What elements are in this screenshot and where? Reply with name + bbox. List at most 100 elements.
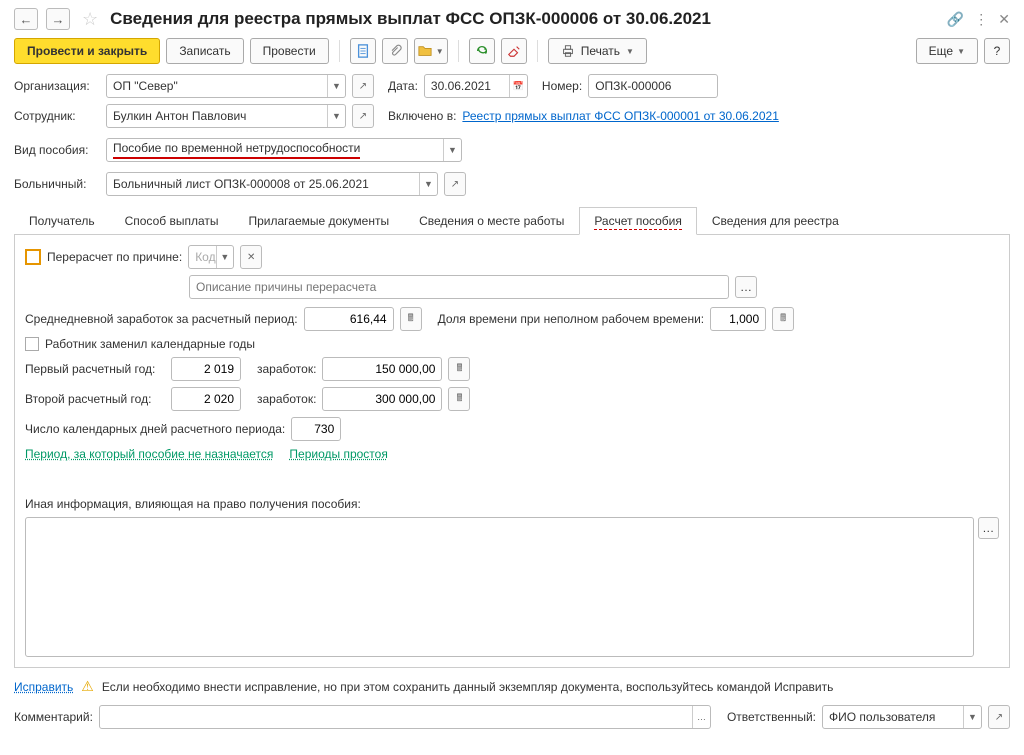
printer-icon: [561, 44, 575, 58]
year1-label: Первый расчетный год:: [25, 362, 165, 376]
help-button[interactable]: ?: [984, 38, 1010, 64]
downtime-periods-link[interactable]: Периоды простоя: [289, 447, 387, 461]
tab-registry-info[interactable]: Сведения для реестра: [697, 207, 854, 235]
year2-label: Второй расчетный год:: [25, 392, 165, 406]
employee-field[interactable]: Булкин Антон Павлович ▼: [106, 104, 346, 128]
earn2-label: заработок:: [257, 392, 316, 406]
avg-earnings-label: Среднедневной заработок за расчетный пер…: [25, 312, 298, 326]
date-label: Дата:: [388, 79, 418, 93]
avg-calc-button[interactable]: 🖩: [400, 307, 422, 331]
year2-input[interactable]: [171, 387, 241, 411]
tab-workplace-info[interactable]: Сведения о месте работы: [404, 207, 579, 235]
date-value: 30.06.2021: [431, 79, 509, 93]
employee-value: Булкин Антон Павлович: [113, 109, 327, 123]
document-icon: [356, 44, 370, 58]
sick-leave-value: Больничный лист ОПЗК-000008 от 25.06.202…: [113, 177, 419, 191]
recalc-reason-input[interactable]: [189, 275, 729, 299]
eraser-icon: [507, 44, 521, 58]
dropdown-icon[interactable]: ▼: [216, 246, 234, 268]
forward-button[interactable]: →: [46, 8, 70, 30]
calendar-days-label: Число календарных дней расчетного период…: [25, 422, 285, 436]
comment-field[interactable]: …: [99, 705, 711, 729]
included-in-link[interactable]: Реестр прямых выплат ФСС ОПЗК-000001 от …: [462, 109, 778, 123]
tab-content: Перерасчет по причине: Код ▼ ✕ … Среднед…: [14, 235, 1010, 668]
date-field[interactable]: 30.06.2021 📅: [424, 74, 528, 98]
organization-field[interactable]: ОП "Север" ▼: [106, 74, 346, 98]
close-icon[interactable]: ✕: [998, 11, 1010, 28]
tabs: Получатель Способ выплаты Прилагаемые до…: [14, 206, 1010, 235]
included-in-label: Включено в:: [388, 109, 456, 123]
separator: [458, 40, 459, 62]
time-share-input[interactable]: [710, 307, 766, 331]
organization-label: Организация:: [14, 79, 100, 93]
dropdown-icon[interactable]: ▼: [963, 706, 981, 728]
share-calc-button[interactable]: 🖩: [772, 307, 794, 331]
replaced-years-checkbox[interactable]: [25, 337, 39, 351]
warning-icon: ⚠: [81, 678, 94, 695]
separator: [537, 40, 538, 62]
recalc-code-field[interactable]: Код ▼: [188, 245, 234, 269]
refresh-button[interactable]: [469, 38, 495, 64]
tab-recipient[interactable]: Получатель: [14, 207, 110, 235]
number-field[interactable]: ОПЗК-000006: [588, 74, 718, 98]
folder-dropdown-button[interactable]: ▼: [414, 38, 448, 64]
more-label: Еще: [929, 44, 953, 58]
tab-documents[interactable]: Прилагаемые документы: [233, 207, 404, 235]
tab-payment-method[interactable]: Способ выплаты: [110, 207, 234, 235]
clear-button[interactable]: [501, 38, 527, 64]
sick-leave-open-button[interactable]: ↗: [444, 172, 466, 196]
paperclip-icon: [388, 44, 402, 58]
earn1-calc-button[interactable]: 🖩: [448, 357, 470, 381]
benefit-type-label: Вид пособия:: [14, 143, 100, 157]
print-button[interactable]: Печать ▼: [548, 38, 647, 64]
recalc-checkbox[interactable]: [25, 249, 41, 265]
responsible-open-button[interactable]: ↗: [988, 705, 1010, 729]
other-info-label: Иная информация, влияющая на право получ…: [25, 497, 361, 511]
save-button[interactable]: Записать: [166, 38, 243, 64]
fix-link[interactable]: Исправить: [14, 680, 73, 694]
recalc-reason-expand[interactable]: …: [735, 276, 757, 298]
calendar-days-input[interactable]: [291, 417, 341, 441]
other-info-textarea[interactable]: [25, 517, 974, 657]
dropdown-icon[interactable]: ▼: [443, 139, 461, 161]
benefit-type-field[interactable]: Пособие по временной нетрудоспособности …: [106, 138, 462, 162]
benefit-type-value: Пособие по временной нетрудоспособности: [113, 141, 360, 159]
earn2-calc-button[interactable]: 🖩: [448, 387, 470, 411]
print-label: Печать: [581, 44, 620, 58]
attach-button[interactable]: [382, 38, 408, 64]
year1-input[interactable]: [171, 357, 241, 381]
employee-open-button[interactable]: ↗: [352, 104, 374, 128]
sick-leave-field[interactable]: Больничный лист ОПЗК-000008 от 25.06.202…: [106, 172, 438, 196]
comment-expand-icon[interactable]: …: [692, 706, 710, 728]
fix-note-text: Если необходимо внести исправление, но п…: [102, 680, 834, 694]
organization-value: ОП "Север": [113, 79, 327, 93]
comment-label: Комментарий:: [14, 710, 93, 724]
back-button[interactable]: ←: [14, 8, 38, 30]
other-info-expand[interactable]: …: [978, 517, 999, 539]
organization-open-button[interactable]: ↗: [352, 74, 374, 98]
dropdown-icon[interactable]: ▼: [327, 75, 345, 97]
link-icon[interactable]: 🔗: [947, 11, 964, 28]
post-button[interactable]: Провести: [250, 38, 329, 64]
window-title: Сведения для реестра прямых выплат ФСС О…: [110, 9, 939, 29]
dropdown-icon[interactable]: ▼: [327, 105, 345, 127]
kebab-menu-icon[interactable]: ⋮: [974, 11, 988, 28]
responsible-field[interactable]: ФИО пользователя ▼: [822, 705, 982, 729]
recalc-label: Перерасчет по причине:: [47, 250, 182, 264]
document-icon-button[interactable]: [350, 38, 376, 64]
excluded-period-link[interactable]: Период, за который пособие не назначаетс…: [25, 447, 273, 461]
tab-benefit-calc[interactable]: Расчет пособия: [579, 207, 697, 235]
avg-earnings-input[interactable]: [304, 307, 394, 331]
recalc-clear-button[interactable]: ✕: [240, 245, 262, 269]
favorite-star-icon[interactable]: ☆: [82, 9, 98, 30]
folder-icon: [418, 44, 432, 58]
replaced-years-label: Работник заменил календарные годы: [45, 337, 255, 351]
more-button[interactable]: Еще ▼: [916, 38, 978, 64]
earn2-input[interactable]: [322, 387, 442, 411]
calendar-icon[interactable]: 📅: [509, 75, 527, 97]
post-and-close-button[interactable]: Провести и закрыть: [14, 38, 160, 64]
earn1-input[interactable]: [322, 357, 442, 381]
time-share-label: Доля времени при неполном рабочем времен…: [438, 312, 705, 326]
sick-leave-label: Больничный:: [14, 177, 100, 191]
dropdown-icon[interactable]: ▼: [419, 173, 437, 195]
